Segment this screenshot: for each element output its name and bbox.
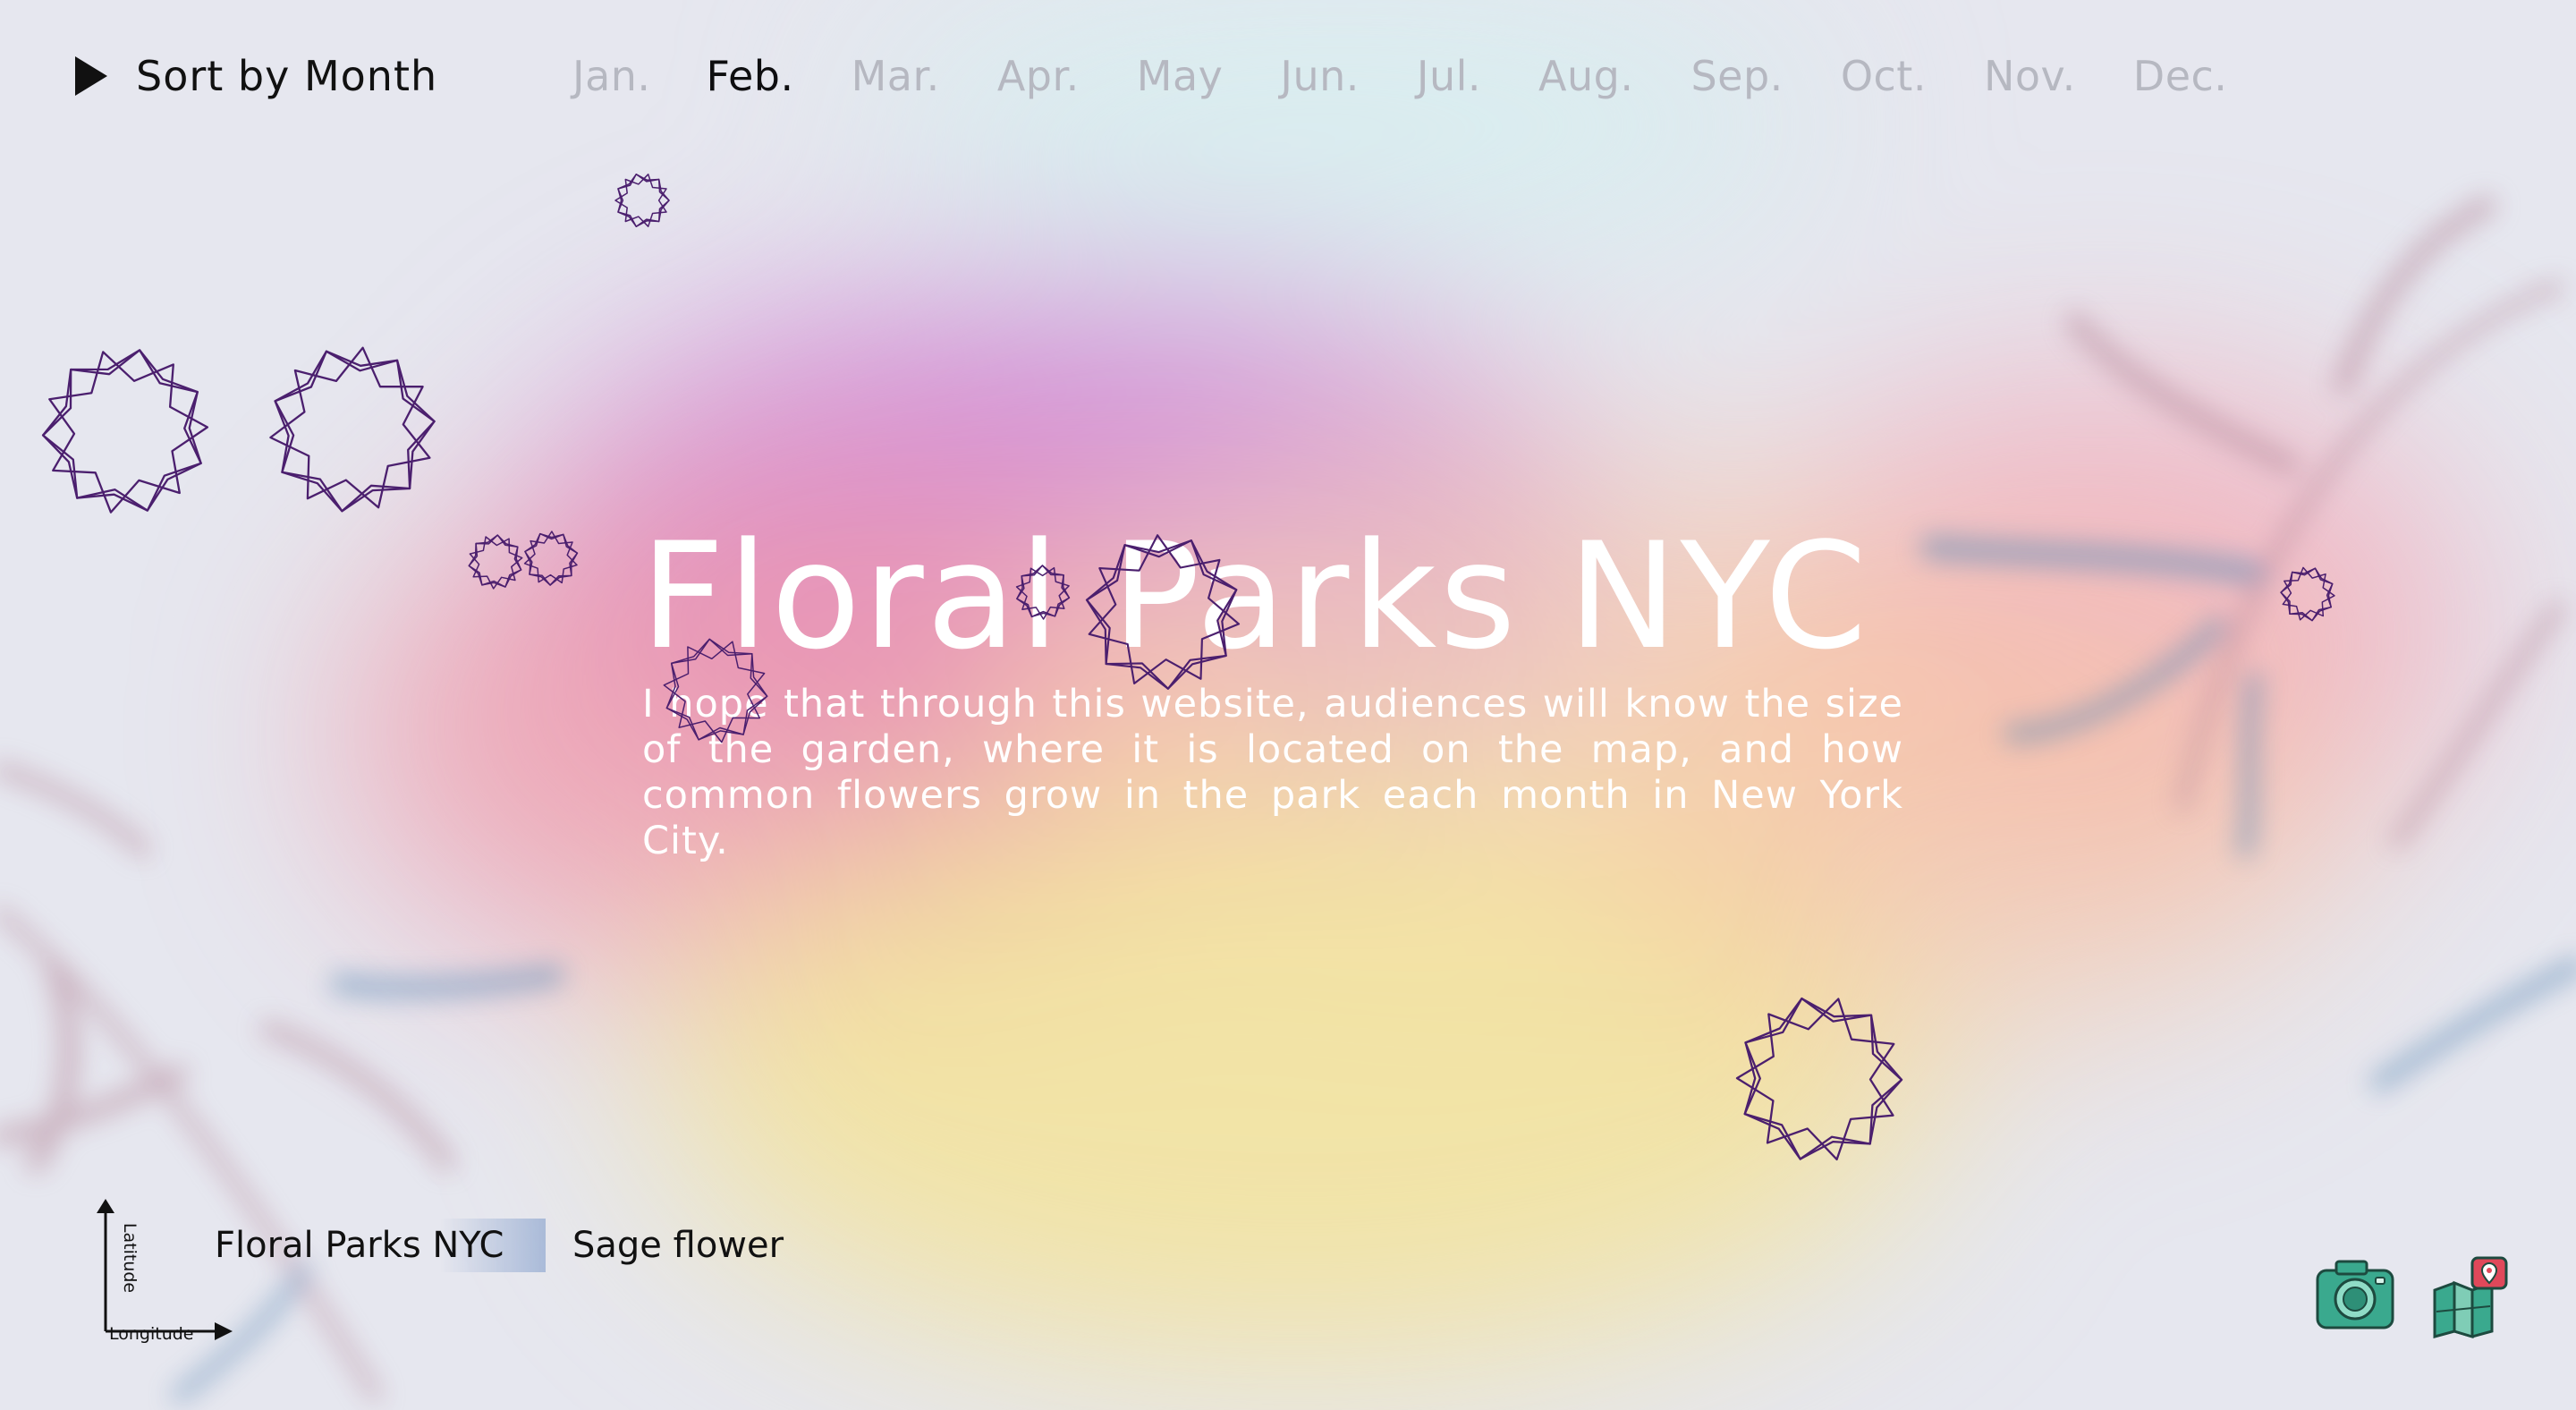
month-tab-aug[interactable]: Aug. [1538,52,1633,100]
tab-floral-parks-label: Floral Parks NYC [215,1225,504,1266]
month-tab-mar[interactable]: Mar. [852,52,940,100]
tab-floral-parks[interactable]: Floral Parks NYC [195,1219,546,1272]
play-icon [75,56,107,96]
intro-text: I hope that through this website, audien… [642,682,1903,863]
month-tab-jun[interactable]: Jun. [1280,52,1360,100]
month-tab-feb[interactable]: Feb. [707,52,794,100]
longitude-axis-label: Longitude [109,1324,194,1344]
month-tab-nov[interactable]: Nov. [1984,52,2076,100]
month-tab-oct[interactable]: Oct. [1841,52,1927,100]
month-tab-may[interactable]: May [1137,52,1224,100]
month-tab-jul[interactable]: Jul. [1417,52,1481,100]
month-tab-apr[interactable]: Apr. [997,52,1080,100]
tab-sage-flower[interactable]: Sage flower [572,1219,784,1272]
page-title: Floral Parks NYC [640,511,1870,682]
map-pin-icon[interactable] [2431,1256,2508,1338]
month-tab-sep[interactable]: Sep. [1690,52,1783,100]
latitude-axis-label: Latitude [120,1222,140,1294]
month-nav: Jan. Feb. Mar. Apr. May Jun. Jul. Aug. Sep. Oct. N… [572,45,2227,107]
sort-label: Sort by Month [136,52,438,100]
month-tab-dec[interactable]: Dec. [2133,52,2228,100]
camera-icon[interactable] [2315,1258,2395,1331]
month-tab-jan[interactable]: Jan. [572,52,651,100]
sort-by-month-button[interactable]: Sort by Month [75,45,437,107]
